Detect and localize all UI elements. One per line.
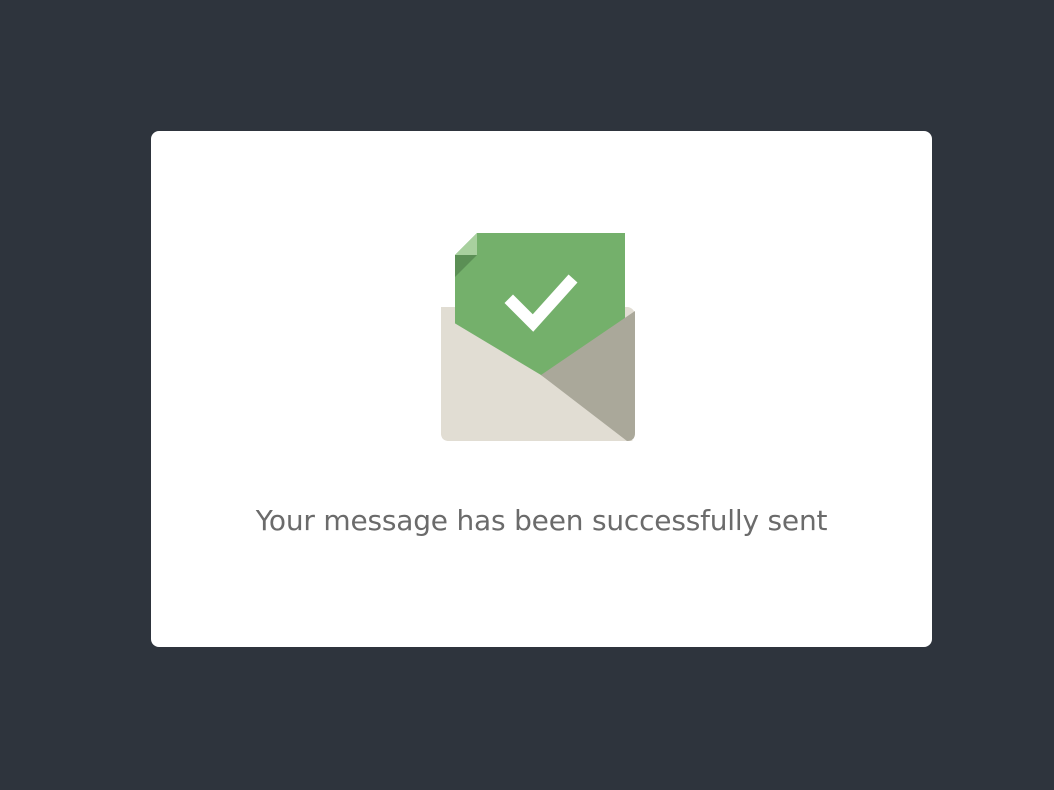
- envelope-check-icon: [441, 233, 635, 443]
- success-message: Your message has been successfully sent: [255, 504, 828, 537]
- success-dialog: Your message has been successfully sent: [151, 131, 932, 647]
